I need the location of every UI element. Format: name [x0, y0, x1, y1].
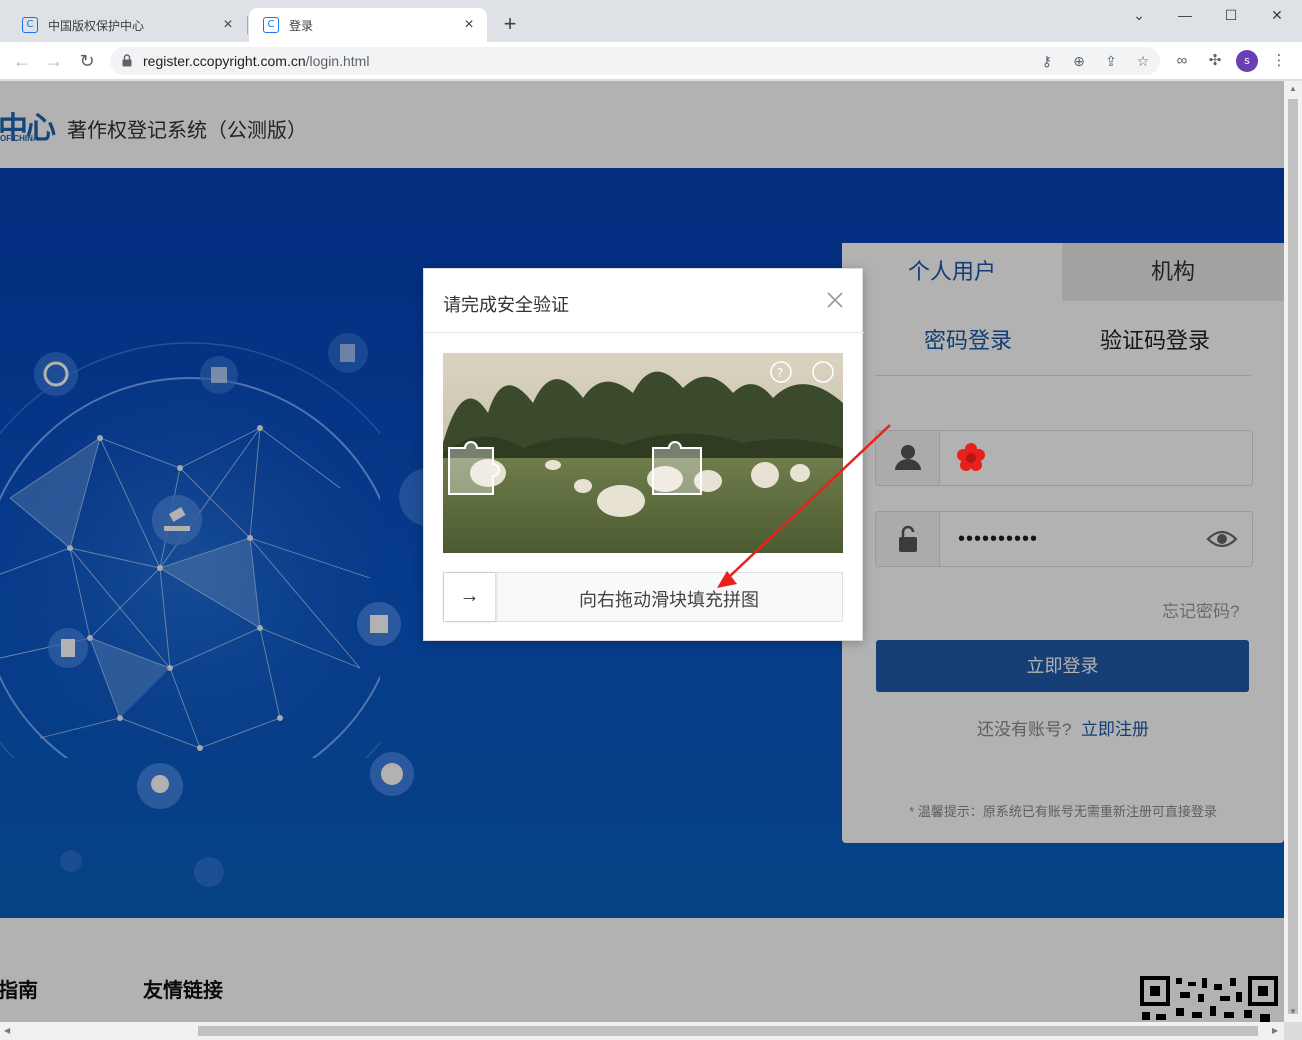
site-favicon-icon: C	[22, 17, 38, 33]
scroll-up-icon[interactable]: ▲	[1289, 84, 1297, 93]
arrow-right-icon: →	[459, 585, 480, 607]
site-favicon-icon: C	[263, 17, 279, 33]
extension-link-icon[interactable]: ∞	[1172, 51, 1192, 71]
tab-search-button[interactable]: ⌄	[1116, 4, 1162, 28]
horizontal-scroll-thumb[interactable]	[198, 1026, 1258, 1036]
tab-title: 中国版权保护中心	[48, 18, 145, 33]
forward-button[interactable]: →	[42, 49, 66, 73]
captcha-divider	[424, 332, 864, 333]
svg-text:?: ?	[777, 366, 783, 380]
tab-copyright-center[interactable]: C 中国版权保护中心 ×	[8, 8, 246, 42]
vertical-scroll-thumb[interactable]	[1288, 99, 1298, 1014]
new-tab-button[interactable]: +	[498, 13, 522, 37]
captcha-slider-track[interactable]: → 向右拖动滑块填充拼图	[443, 572, 843, 622]
scroll-down-icon[interactable]: ▼	[1289, 1007, 1297, 1016]
captcha-puzzle-image: ?	[443, 353, 843, 553]
close-icon[interactable]	[824, 289, 846, 311]
captcha-title: 请完成安全验证	[443, 295, 569, 315]
tab-separator	[247, 16, 248, 34]
vertical-scrollbar[interactable]: ▲ ▼	[1284, 81, 1302, 1022]
scroll-left-icon[interactable]: ◀	[4, 1026, 10, 1035]
bookmark-star-icon[interactable]: ☆	[1134, 52, 1152, 70]
tab-login[interactable]: C 登录 ×	[249, 8, 487, 42]
close-tab-icon[interactable]: ×	[220, 17, 236, 33]
close-tab-icon[interactable]: ×	[461, 17, 477, 33]
maximize-button[interactable]: ☐	[1208, 4, 1254, 28]
lock-icon	[122, 54, 132, 67]
zoom-icon[interactable]: ⊕	[1070, 52, 1088, 70]
tab-title: 登录	[289, 18, 314, 33]
tab-strip: C 中国版权保护中心 × C 登录 × + ⌄ — ☐ ✕	[0, 0, 1302, 42]
minimize-button[interactable]: —	[1162, 4, 1208, 28]
address-bar[interactable]: register.ccopyright.com.cn/login.html ⚷ …	[110, 47, 1160, 75]
key-icon[interactable]: ⚷	[1038, 52, 1056, 70]
page-viewport: 中心 OF CHINA 著作权登记系统（公测版） 个人用户 机构 密码登录 验证…	[0, 81, 1284, 1022]
scrollbar-corner	[1284, 1022, 1302, 1040]
back-button[interactable]: ←	[10, 49, 34, 73]
scroll-right-icon[interactable]: ▶	[1272, 1026, 1278, 1035]
close-window-button[interactable]: ✕	[1254, 4, 1300, 28]
profile-avatar[interactable]: s	[1236, 50, 1258, 72]
horizontal-scrollbar[interactable]: ◀ ▶	[0, 1022, 1284, 1040]
share-icon[interactable]: ⇪	[1102, 52, 1120, 70]
url-text: register.ccopyright.com.cn/login.html	[143, 53, 370, 69]
slider-handle[interactable]: →	[444, 573, 496, 621]
reload-button[interactable]: ↻	[75, 49, 99, 73]
menu-kebab-icon[interactable]: ⋮	[1269, 51, 1289, 71]
browser-toolbar: ← → ↻ register.ccopyright.com.cn/login.h…	[0, 42, 1302, 80]
security-captcha-dialog: 请完成安全验证 ? → 向右拖动滑块填充拼图	[423, 268, 864, 641]
slider-instruction: 向右拖动滑块填充拼图	[579, 590, 759, 610]
extensions-puzzle-icon[interactable]: ✣	[1205, 51, 1225, 71]
